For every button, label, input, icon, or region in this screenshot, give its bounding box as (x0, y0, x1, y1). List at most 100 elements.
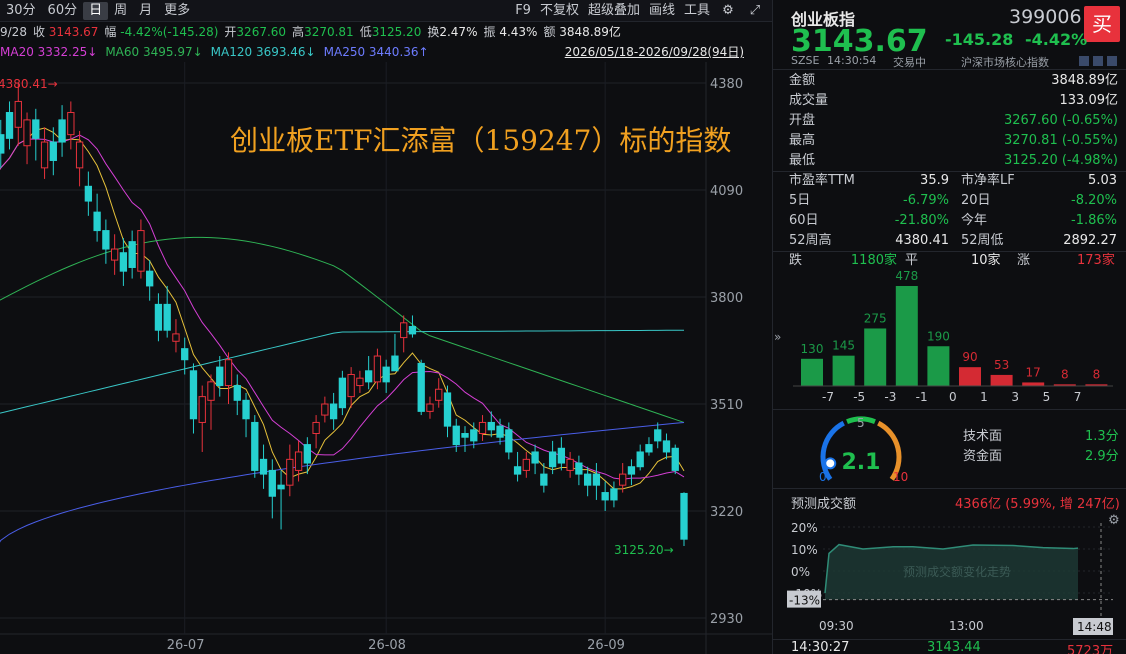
fund-label: 资金面 (963, 449, 1003, 464)
candle-up (286, 458, 294, 486)
candle-up (619, 473, 627, 486)
candle-up (356, 377, 364, 387)
y-tick-label: 3800 (710, 291, 743, 306)
y-tick-label: 4380 (710, 77, 743, 92)
chart-tools: F9 不复权 超级叠加 画线 工具 ⚙ ⤢ (515, 2, 764, 20)
tab-60min[interactable]: 60分 (42, 2, 84, 20)
candle-down (0, 134, 5, 154)
high-label: 高 (292, 25, 305, 39)
candle-down (154, 303, 163, 331)
candlestick-chart[interactable]: 4380 4090 3800 3510 3220 2930 26-07 26-08 26-09 4… (0, 62, 772, 654)
turnover-value: 2.47% (439, 25, 478, 39)
tab-monthly[interactable]: 月 (133, 2, 158, 20)
forecast-xbadge: 14:48 (1077, 620, 1112, 634)
candle-down (548, 451, 557, 468)
candle-down (540, 473, 548, 486)
candle-up (347, 373, 355, 398)
distribution-bar (959, 367, 981, 386)
candle-up (137, 230, 145, 272)
chart-toolbar: 30分 60分 日 周 月 更多 F9 不复权 超级叠加 画线 工具 ⚙ ⤢ (0, 0, 772, 22)
distribution-tick: -5 (853, 390, 865, 404)
candle-down (233, 385, 241, 401)
gauge-value: 2.1 (842, 450, 881, 475)
no-adjust-button[interactable]: 不复权 (540, 2, 579, 20)
candle-down (84, 185, 93, 202)
open-value: 3267.60 (236, 25, 287, 39)
candle-down (189, 370, 198, 420)
distribution-bar-label: 17 (1026, 365, 1041, 379)
candle-down (452, 425, 460, 446)
distribution-tick: 5 (1043, 390, 1051, 404)
tab-weekly[interactable]: 周 (108, 2, 133, 20)
distribution-tick: 1 (980, 390, 988, 404)
expand-icon[interactable]: ⤢ (746, 2, 764, 20)
edit-icon[interactable] (1079, 56, 1089, 66)
f9-button[interactable]: F9 (515, 2, 531, 20)
tick-volume: 5723万 (1067, 644, 1114, 654)
period-tabs: 30分 60分 日 周 月 更多 (0, 2, 196, 20)
low-marker: 3125.20→ (614, 543, 674, 557)
distribution-bar (895, 286, 918, 386)
stat-row: 开盘 3267.60 (-0.65%) (789, 113, 1118, 128)
distribution-tick: -1 (916, 390, 928, 404)
candle-up (435, 388, 443, 401)
tab-more[interactable]: 更多 (158, 2, 196, 20)
stock-app: 30分 60分 日 周 月 更多 F9 不复权 超级叠加 画线 工具 ⚙ ⤢ 9… (0, 0, 1126, 654)
candle-down (93, 211, 101, 232)
tab-30min[interactable]: 30分 (0, 2, 42, 20)
more-icon[interactable] (1107, 56, 1117, 66)
candle-up (566, 458, 574, 471)
draw-line-button[interactable]: 画线 (649, 2, 675, 20)
overlay-button[interactable]: 超级叠加 (588, 2, 640, 20)
forecast-watermark: 预测成交额变化走势 (903, 564, 1011, 579)
distribution-tick: -3 (884, 390, 896, 404)
tick-price: 3143.44 (927, 640, 981, 654)
date-range[interactable]: 2026/05/18-2026/09/28(94日) (565, 42, 744, 62)
share-icon[interactable] (1093, 56, 1103, 66)
candle-down (583, 473, 592, 486)
distribution-bar-label: 130 (801, 342, 824, 356)
ohlc-info-row: 9/28 收 3143.67 幅 -4.42%(-145.28) 开3267.6… (0, 22, 772, 42)
buy-button[interactable]: 买 (1084, 6, 1120, 42)
distribution-tick: 3 (1011, 390, 1019, 404)
candle-up (110, 248, 119, 261)
candle-down (627, 466, 636, 475)
candle-down (102, 230, 110, 250)
candle-down (575, 462, 583, 475)
candle-down (303, 444, 311, 464)
candle-down (391, 355, 399, 372)
amplitude-value: 4.43% (499, 25, 538, 39)
ma60-legend: MA60 3495.97↓ (105, 45, 203, 59)
candle-down (5, 112, 14, 139)
candle-down (417, 362, 425, 412)
settings-gear-icon[interactable]: ⚙ (719, 2, 737, 20)
candle-down (216, 366, 224, 387)
candle-down (268, 469, 276, 497)
tech-label: 技术面 (963, 429, 1003, 444)
ma20-legend: MA20 3332.25↓ (0, 45, 98, 59)
candle-up (294, 451, 303, 471)
forecast-ybadge: -13% (789, 594, 820, 608)
candle-down (487, 421, 495, 431)
candle-down (146, 270, 154, 287)
distribution-bar-label: 53 (994, 358, 1009, 372)
quote-panel: 创业板指 399006 买 3143.67 -145.28 -4.42% SZS… (772, 0, 1126, 654)
forecast-value: 4366亿 (5.99%, 增 247亿) (955, 497, 1120, 512)
candle-down (680, 492, 688, 540)
candle-up (14, 100, 22, 128)
kline-svg[interactable]: 4380 4090 3800 3510 3220 2930 26-07 26-08 26-09 4… (0, 62, 772, 654)
candle-down (461, 433, 469, 438)
forecast-ytick: 20% (791, 521, 818, 535)
tab-daily[interactable]: 日 (83, 2, 109, 20)
candle-up (172, 333, 180, 342)
stat-row: 成交量 133.09亿 (789, 93, 1118, 108)
quote-time: 14:30:54 (827, 54, 877, 67)
candle-up (373, 355, 382, 383)
ma250-line (0, 421, 685, 543)
tools-button[interactable]: 工具 (684, 2, 710, 20)
candle-down (443, 392, 452, 427)
low-label: 低 (359, 25, 372, 39)
ma10-line (0, 127, 685, 490)
x-tick-label: 26-09 (587, 638, 625, 653)
candle-down (496, 425, 504, 438)
